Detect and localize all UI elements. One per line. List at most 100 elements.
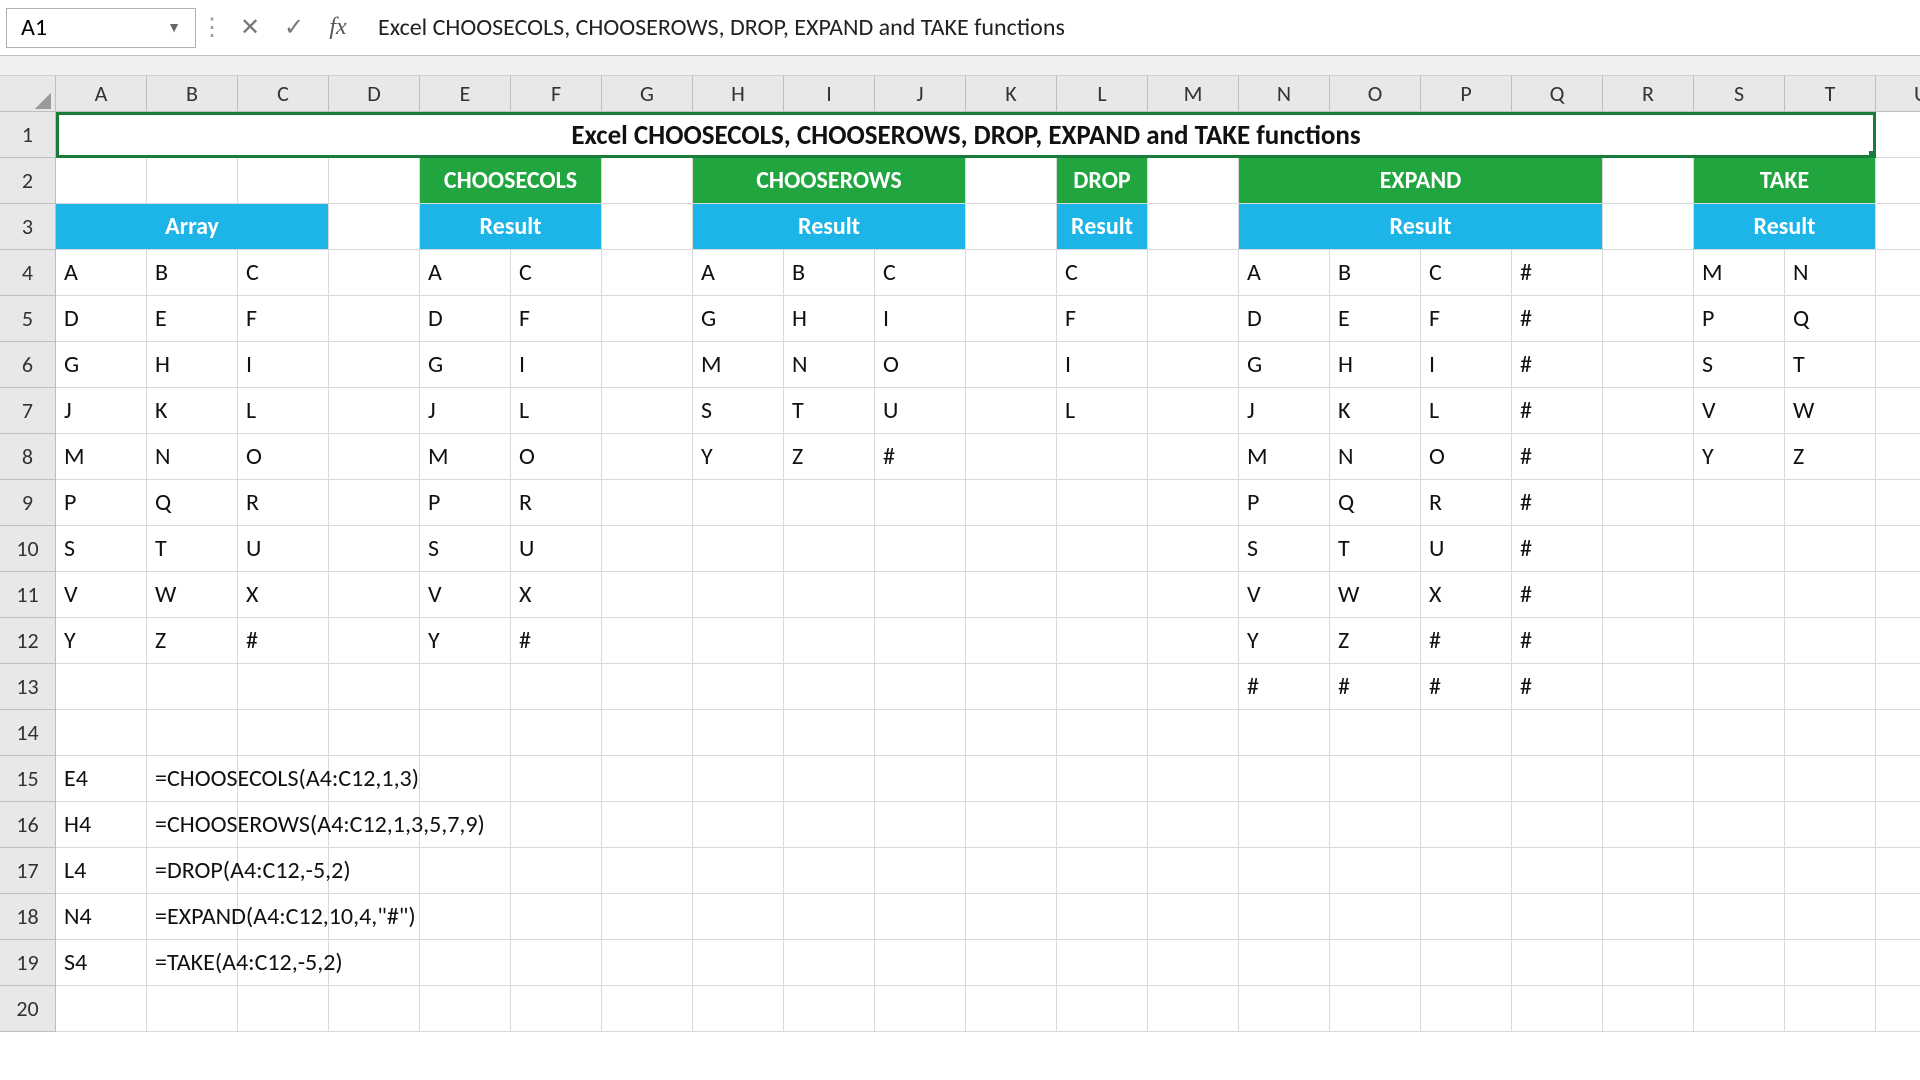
cell[interactable] [602,480,693,526]
cell[interactable] [875,940,966,986]
column-header[interactable]: F [511,76,602,112]
cell[interactable] [1148,664,1239,710]
cell[interactable] [1603,710,1694,756]
cell[interactable] [1512,986,1603,1032]
cell[interactable] [875,756,966,802]
cell[interactable]: O [511,434,602,480]
column-header[interactable]: G [602,76,693,112]
cell[interactable] [1785,756,1876,802]
cell[interactable] [1785,986,1876,1032]
cell[interactable] [1876,388,1920,434]
cell[interactable] [1694,756,1785,802]
cell[interactable]: F [511,296,602,342]
cell[interactable]: H [147,342,238,388]
cell[interactable]: B [147,250,238,296]
column-header[interactable]: M [1148,76,1239,112]
cell[interactable] [1694,480,1785,526]
cell[interactable]: J [1239,388,1330,434]
cell[interactable] [602,158,693,204]
cell[interactable]: EXPAND [1239,158,1603,204]
cell[interactable]: F [1421,296,1512,342]
cell[interactable] [1148,480,1239,526]
cell[interactable]: W [1330,572,1421,618]
cell[interactable]: D [56,296,147,342]
cell[interactable] [875,710,966,756]
cell[interactable] [1876,158,1920,204]
cell[interactable]: N [1330,434,1421,480]
cell[interactable] [784,986,875,1032]
cell[interactable] [56,158,147,204]
cell[interactable] [1603,204,1694,250]
cell[interactable]: Z [1785,434,1876,480]
cell[interactable]: Y [420,618,511,664]
cell[interactable] [1785,848,1876,894]
cell[interactable] [875,894,966,940]
cell[interactable]: U [1421,526,1512,572]
row-header[interactable]: 17 [0,848,56,894]
cell[interactable]: # [1512,434,1603,480]
cell[interactable] [1421,986,1512,1032]
cell[interactable] [966,434,1057,480]
cell[interactable] [693,802,784,848]
cell[interactable] [1330,756,1421,802]
cell[interactable] [329,434,420,480]
cell[interactable] [238,664,329,710]
cell[interactable] [1057,434,1148,480]
cell[interactable] [1603,434,1694,480]
cell[interactable] [147,664,238,710]
cell[interactable] [1057,848,1148,894]
cell[interactable] [1421,894,1512,940]
cell[interactable]: C [511,250,602,296]
cell[interactable] [329,526,420,572]
cell[interactable] [1057,894,1148,940]
cell[interactable] [693,848,784,894]
cell[interactable]: # [1512,664,1603,710]
cell[interactable] [329,986,420,1032]
column-header[interactable]: Q [1512,76,1603,112]
cell[interactable]: # [238,618,329,664]
cell[interactable] [784,618,875,664]
cell[interactable] [329,296,420,342]
cell[interactable]: H [784,296,875,342]
cell[interactable] [1239,802,1330,848]
cell[interactable] [1603,296,1694,342]
cell[interactable] [602,802,693,848]
cell[interactable]: V [1694,388,1785,434]
cell[interactable] [602,204,693,250]
cell[interactable]: X [511,572,602,618]
cell[interactable] [693,940,784,986]
cell[interactable] [1512,802,1603,848]
cell[interactable] [966,388,1057,434]
cell[interactable] [329,250,420,296]
cell[interactable]: R [511,480,602,526]
formula-input[interactable]: Excel CHOOSECOLS, CHOOSEROWS, DROP, EXPA… [360,13,1914,42]
cell[interactable]: S [56,526,147,572]
cell[interactable]: I [238,342,329,388]
cell[interactable] [966,250,1057,296]
cell[interactable] [420,940,511,986]
cell[interactable]: Result [1239,204,1603,250]
cell[interactable]: C [238,250,329,296]
row-header[interactable]: 6 [0,342,56,388]
cell[interactable] [1694,618,1785,664]
cell[interactable]: Q [1785,296,1876,342]
cell[interactable] [511,940,602,986]
cell[interactable] [693,618,784,664]
cell[interactable]: I [875,296,966,342]
cell[interactable] [1603,848,1694,894]
cell[interactable] [1421,756,1512,802]
cell[interactable]: S4 [56,940,147,986]
cell[interactable] [693,480,784,526]
cell[interactable] [966,756,1057,802]
cell[interactable]: W [1785,388,1876,434]
row-header[interactable]: 20 [0,986,56,1032]
cell[interactable] [1694,664,1785,710]
cell[interactable]: C [875,250,966,296]
row-header[interactable]: 15 [0,756,56,802]
column-header[interactable]: B [147,76,238,112]
cell[interactable] [1148,710,1239,756]
cell[interactable]: V [1239,572,1330,618]
cell[interactable] [966,848,1057,894]
cell[interactable] [329,664,420,710]
cell[interactable]: C [1421,250,1512,296]
